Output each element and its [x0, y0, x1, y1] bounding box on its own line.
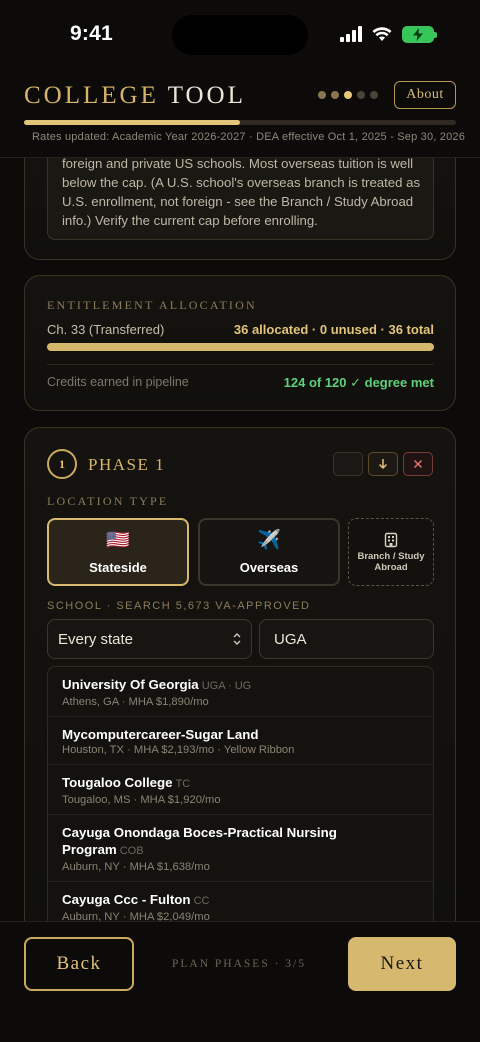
- school-result-item[interactable]: University Of Georgia UGA · UG Athens, GA…: [48, 667, 433, 717]
- status-bar: 9:41: [0, 0, 480, 70]
- state-select-value: Every state: [58, 630, 134, 648]
- remove-phase-button[interactable]: [403, 452, 433, 476]
- us-flag-icon: 🇺🇸: [106, 530, 130, 551]
- phase-title: PHASE 1: [88, 455, 166, 474]
- location-branch-button[interactable]: Branch / Study Abroad: [348, 518, 434, 586]
- school-results-list: University Of Georgia UGA · UG Athens, GA…: [47, 666, 434, 948]
- location-overseas-label: Overseas: [239, 560, 299, 575]
- entitlement-bar: [47, 343, 434, 351]
- entitlement-row: Ch. 33 (Transferred) 36 allocated · 0 un…: [47, 322, 434, 337]
- school-search-value: UGA: [274, 630, 307, 648]
- location-stateside-label: Stateside: [89, 560, 147, 575]
- phase-number-badge: 1: [47, 449, 77, 479]
- school-name: Mycomputercareer-Sugar Land: [62, 727, 259, 742]
- divider: [47, 364, 434, 365]
- school-tag: CC: [193, 895, 210, 907]
- dynamic-island: [172, 15, 308, 55]
- step-dot: [370, 91, 378, 99]
- school-name: Cayuga Ccc - Fulton: [62, 892, 191, 907]
- cap-info-text: foreign and private US schools. Most ove…: [62, 156, 421, 228]
- plan-phases-indicator: PLAN PHASES · 3/5: [172, 958, 307, 970]
- location-overseas-button[interactable]: ✈️ Overseas: [198, 518, 340, 586]
- location-stateside-button[interactable]: 🇺🇸 Stateside: [47, 518, 189, 586]
- about-button[interactable]: About: [394, 81, 456, 109]
- step-dot-current: [344, 91, 352, 99]
- school-meta: Auburn, NY · MHA $1,638/mo: [62, 861, 210, 873]
- credits-label: Credits earned in pipeline: [47, 375, 189, 389]
- entitlement-heading: ENTITLEMENT ALLOCATION: [47, 298, 257, 312]
- app-title-word-2: TOOL: [167, 82, 246, 109]
- airplane-icon: ✈️: [257, 530, 281, 551]
- step-dot: [331, 91, 339, 99]
- state-select[interactable]: Every state: [47, 619, 252, 659]
- school-result-item[interactable]: Tougaloo College TC Tougaloo, MS · MHA $1…: [48, 765, 433, 815]
- phase-card: 1 PHASE 1 LOCATION TYPE 🇺🇸 Stateside ✈️ …: [24, 427, 456, 948]
- school-tag: COB: [119, 845, 144, 857]
- wifi-icon: [372, 27, 392, 41]
- move-down-button[interactable]: [368, 452, 398, 476]
- building-icon: [384, 532, 398, 547]
- school-search-label: SCHOOL · SEARCH 5,673 VA-APPROVED: [47, 600, 311, 612]
- entitlement-summary: 36 allocated · 0 unused · 36 total: [233, 322, 434, 337]
- close-icon: [413, 459, 423, 469]
- bottom-nav: Back PLAN PHASES · 3/5 Next: [0, 921, 480, 1042]
- signal-icon: [340, 26, 364, 42]
- school-meta: Houston, TX · MHA $2,193/mo · Yellow Rib…: [62, 744, 295, 756]
- school-tag: TC: [175, 778, 191, 790]
- progress-bar: [24, 120, 456, 125]
- school-tag: UGA · UG: [201, 680, 252, 692]
- progress-fill: [24, 120, 240, 125]
- next-button[interactable]: Next: [348, 937, 456, 991]
- back-button[interactable]: Back: [24, 937, 134, 991]
- chevron-updown-icon: [233, 633, 241, 645]
- app-header: COLLEGE TOOL About Rates updated: Academ…: [0, 70, 480, 158]
- entitlement-chapter: Ch. 33 (Transferred): [47, 322, 165, 337]
- credits-value: 124 of 120 ✓ degree met: [283, 375, 434, 390]
- school-name: Tougaloo College: [62, 775, 173, 790]
- entitlement-card: ENTITLEMENT ALLOCATION Ch. 33 (Transferr…: [24, 275, 456, 411]
- location-branch-label: Branch / Study Abroad: [357, 550, 425, 573]
- school-result-item[interactable]: Mycomputercareer-Sugar Land Houston, TX …: [48, 717, 433, 765]
- school-result-item[interactable]: Cayuga Onondaga Boces-Practical Nursing …: [48, 815, 433, 882]
- credits-row: Credits earned in pipeline 124 of 120 ✓ …: [47, 375, 434, 391]
- step-dot: [318, 91, 326, 99]
- step-dot: [357, 91, 365, 99]
- step-indicator: [318, 91, 378, 99]
- battery-icon: [402, 26, 437, 43]
- app-title: COLLEGE TOOL: [24, 82, 246, 110]
- school-name: Cayuga Onondaga Boces-Practical Nursing …: [62, 825, 337, 857]
- school-meta: Athens, GA · MHA $1,890/mo: [62, 696, 209, 708]
- school-search-input[interactable]: UGA: [259, 619, 434, 659]
- status-time: 9:41: [70, 22, 113, 45]
- rates-updated-text: Rates updated: Academic Year 2026-2027 ·…: [32, 131, 466, 143]
- location-type-label: LOCATION TYPE: [47, 494, 169, 508]
- app-title-word-1: COLLEGE: [24, 82, 159, 109]
- arrow-down-icon: [378, 459, 388, 470]
- school-name: University Of Georgia: [62, 677, 199, 692]
- move-up-button[interactable]: [333, 452, 363, 476]
- school-meta: Tougaloo, MS · MHA $1,920/mo: [62, 794, 221, 806]
